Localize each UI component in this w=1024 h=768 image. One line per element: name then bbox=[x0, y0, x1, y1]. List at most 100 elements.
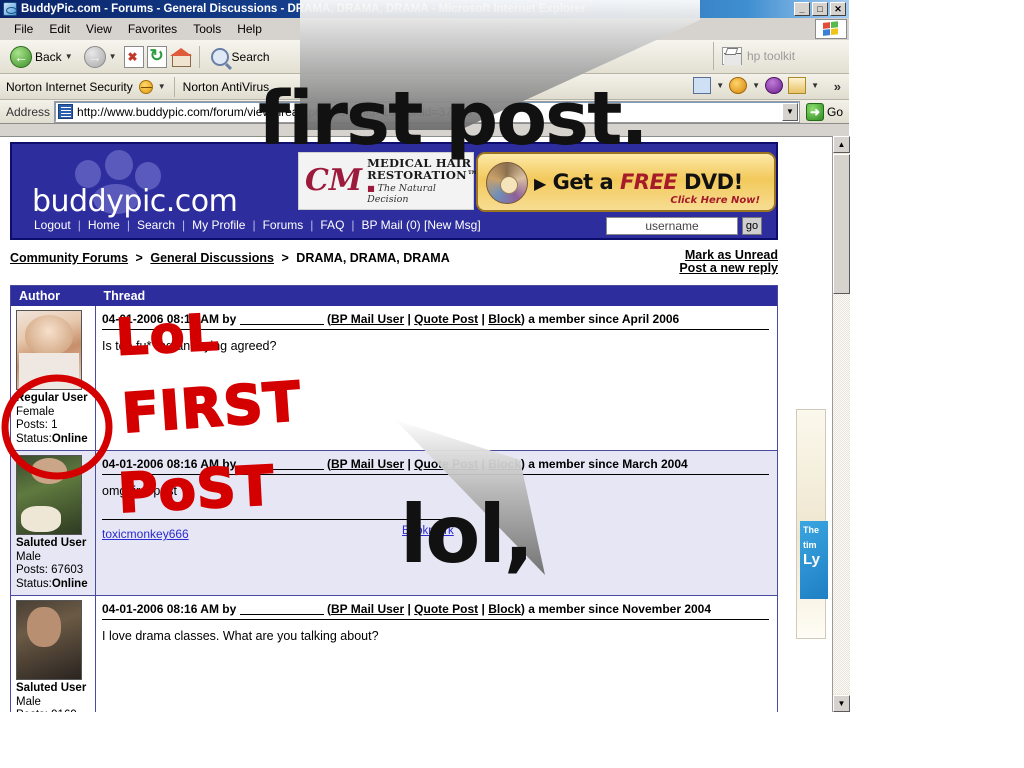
menu-bar: File Edit View Favorites Tools Help bbox=[0, 18, 849, 40]
author-rank: Saluted User bbox=[16, 537, 87, 549]
username-input[interactable] bbox=[606, 217, 738, 235]
address-input[interactable]: http://www.buddypic.com/forum/viewthread… bbox=[54, 100, 800, 123]
bp-mail-user-link[interactable]: BP Mail User bbox=[331, 602, 404, 616]
search-icon bbox=[210, 47, 229, 66]
window-tile-dropdown-icon[interactable]: ▼ bbox=[716, 81, 724, 90]
side-blue-ad-line2: tim bbox=[803, 540, 817, 550]
nav-item-logout[interactable]: Logout bbox=[34, 218, 71, 232]
nav-item-home[interactable]: Home bbox=[88, 218, 120, 232]
breadcrumb-current-thread: DRAMA, DRAMA, DRAMA bbox=[296, 251, 450, 265]
address-dropdown-icon[interactable]: ▼ bbox=[781, 102, 798, 121]
block-link[interactable]: Block bbox=[488, 457, 521, 471]
quote-post-link[interactable]: Quote Post bbox=[414, 312, 478, 326]
side-blue-ad[interactable]: The tim Ly bbox=[800, 521, 828, 599]
window-controls: _ □ ✕ bbox=[794, 2, 846, 16]
bookmark-link[interactable]: Bookmark bbox=[402, 525, 454, 537]
scroll-down-arrow-icon[interactable]: ▼ bbox=[833, 695, 850, 712]
author-status: Status:Online bbox=[16, 432, 88, 445]
avatar[interactable] bbox=[16, 455, 82, 535]
post-username[interactable] bbox=[239, 314, 324, 325]
minimize-button[interactable]: _ bbox=[794, 2, 810, 16]
free-dvd-ad[interactable]: ▶ Get a FREE DVD! Click Here Now! bbox=[476, 152, 776, 212]
norton-divider bbox=[173, 76, 175, 97]
scrollbar-track[interactable] bbox=[833, 294, 850, 694]
avatar[interactable] bbox=[16, 600, 82, 680]
toolbar-overflow-icon[interactable]: » bbox=[834, 79, 841, 94]
site-header: buddypic.com CM MEDICAL HAIR RESTORATION… bbox=[10, 142, 778, 240]
menu-item-file[interactable]: File bbox=[6, 20, 41, 38]
mail-shield-dropdown-icon[interactable]: ▼ bbox=[811, 81, 819, 90]
menu-item-favorites[interactable]: Favorites bbox=[120, 20, 185, 38]
login-box: go bbox=[606, 217, 762, 235]
hp-toolkit-icon bbox=[722, 47, 742, 65]
maximize-button[interactable]: □ bbox=[812, 2, 828, 16]
table-row: Regular User Female Posts: 1 Status:Onli… bbox=[10, 306, 778, 451]
block-link[interactable]: Block bbox=[488, 312, 521, 326]
bp-mail-user-link[interactable]: BP Mail User bbox=[331, 457, 404, 471]
window-tile-icon[interactable] bbox=[693, 77, 712, 94]
window-title: BuddyPic.com - Forums - General Discussi… bbox=[21, 3, 586, 15]
breadcrumb-general-discussions[interactable]: General Discussions bbox=[150, 251, 274, 265]
bp-mail-user-link[interactable]: BP Mail User bbox=[331, 312, 404, 326]
norton-antivirus-label[interactable]: Norton AntiVirus bbox=[183, 80, 270, 94]
post-username[interactable] bbox=[239, 604, 324, 615]
norton-dropdown-icon[interactable]: ▼ bbox=[158, 82, 166, 91]
norton-toolbar: Norton Internet Security ▼ Norton AntiVi… bbox=[0, 74, 849, 100]
menu-item-help[interactable]: Help bbox=[229, 20, 270, 38]
home-icon[interactable] bbox=[169, 47, 192, 67]
go-button[interactable]: ➜ Go bbox=[805, 102, 849, 121]
close-button[interactable]: ✕ bbox=[830, 2, 846, 16]
quote-post-link[interactable]: Quote Post bbox=[414, 602, 478, 616]
forward-dropdown-icon[interactable]: ▼ bbox=[109, 52, 117, 61]
nav-item-my-profile[interactable]: My Profile bbox=[192, 218, 245, 232]
privacy-icon[interactable] bbox=[765, 77, 784, 94]
mail-shield-icon[interactable] bbox=[788, 77, 807, 94]
nav-item-search[interactable]: Search bbox=[137, 218, 175, 232]
block-link[interactable]: Block bbox=[488, 602, 521, 616]
scroll-up-arrow-icon[interactable]: ▲ bbox=[833, 136, 850, 153]
author-info: Saluted User Male Posts: 67603 Status:On… bbox=[16, 537, 91, 591]
hp-toolkit-button[interactable]: hp toolkit bbox=[713, 42, 845, 70]
author-status-value: Online bbox=[51, 577, 88, 590]
avatar[interactable] bbox=[16, 310, 82, 390]
search-button[interactable]: Search bbox=[207, 43, 274, 71]
dvd-ad-headline: ▶ Get a FREE DVD! bbox=[534, 171, 743, 193]
menu-item-view[interactable]: View bbox=[78, 20, 120, 38]
author-gender: Female bbox=[16, 405, 55, 418]
forward-button[interactable]: → ▼ bbox=[80, 43, 121, 71]
back-button[interactable]: ← Back ▼ bbox=[6, 43, 77, 71]
refresh-icon[interactable] bbox=[146, 45, 167, 68]
quote-post-link[interactable]: Quote Post bbox=[414, 457, 478, 471]
medical-hair-restoration-ad[interactable]: CM MEDICAL HAIR RESTORATION™ The Natural… bbox=[298, 152, 478, 210]
post-new-reply-link[interactable]: Post a new reply bbox=[679, 262, 778, 275]
login-go-button[interactable]: go bbox=[742, 217, 762, 235]
nav-item-bp-mail[interactable]: BP Mail (0) [New Msg] bbox=[362, 218, 481, 232]
browser-window: BuddyPic.com - Forums - General Discussi… bbox=[0, 0, 850, 712]
stop-icon[interactable] bbox=[123, 45, 144, 68]
breadcrumb-separator: > bbox=[135, 251, 143, 265]
post-date: 04-01-2006 08:16 AM by bbox=[102, 457, 237, 471]
nav-item-faq[interactable]: FAQ bbox=[320, 218, 344, 232]
signature-link[interactable]: toxicmonkey666 bbox=[102, 527, 189, 541]
breadcrumb-community-forums[interactable]: Community Forums bbox=[10, 251, 128, 265]
post-header: 04-01-2006 08:15 AM by (BP Mail User | Q… bbox=[102, 312, 769, 330]
author-status: Status:Online bbox=[16, 577, 88, 590]
popup-blocker-icon[interactable] bbox=[729, 77, 748, 94]
menu-item-tools[interactable]: Tools bbox=[185, 20, 229, 38]
norton-globe-icon[interactable] bbox=[138, 79, 153, 94]
page-scrollbar[interactable]: ▲ ▼ bbox=[832, 136, 850, 712]
go-arrow-icon: ➜ bbox=[805, 102, 824, 121]
menu-item-edit[interactable]: Edit bbox=[41, 20, 78, 38]
post-body-cell: 04-01-2006 08:16 AM by (BP Mail User | Q… bbox=[95, 450, 778, 596]
norton-internet-security-label[interactable]: Norton Internet Security bbox=[6, 80, 133, 94]
post-content: omg first post bbox=[102, 484, 178, 498]
scrollbar-thumb[interactable] bbox=[833, 154, 850, 294]
back-button-label: Back bbox=[35, 49, 62, 64]
post-author-cell: Saluted User Male Posts: 9169 Status:Onl… bbox=[10, 595, 96, 712]
nav-item-forums[interactable]: Forums bbox=[263, 218, 304, 232]
post-username[interactable] bbox=[239, 459, 324, 470]
popup-blocker-dropdown-icon[interactable]: ▼ bbox=[752, 81, 760, 90]
back-dropdown-icon[interactable]: ▼ bbox=[65, 52, 73, 61]
nav-separator: | bbox=[182, 218, 186, 232]
post-content: I love drama classes. What are you talki… bbox=[102, 629, 379, 643]
